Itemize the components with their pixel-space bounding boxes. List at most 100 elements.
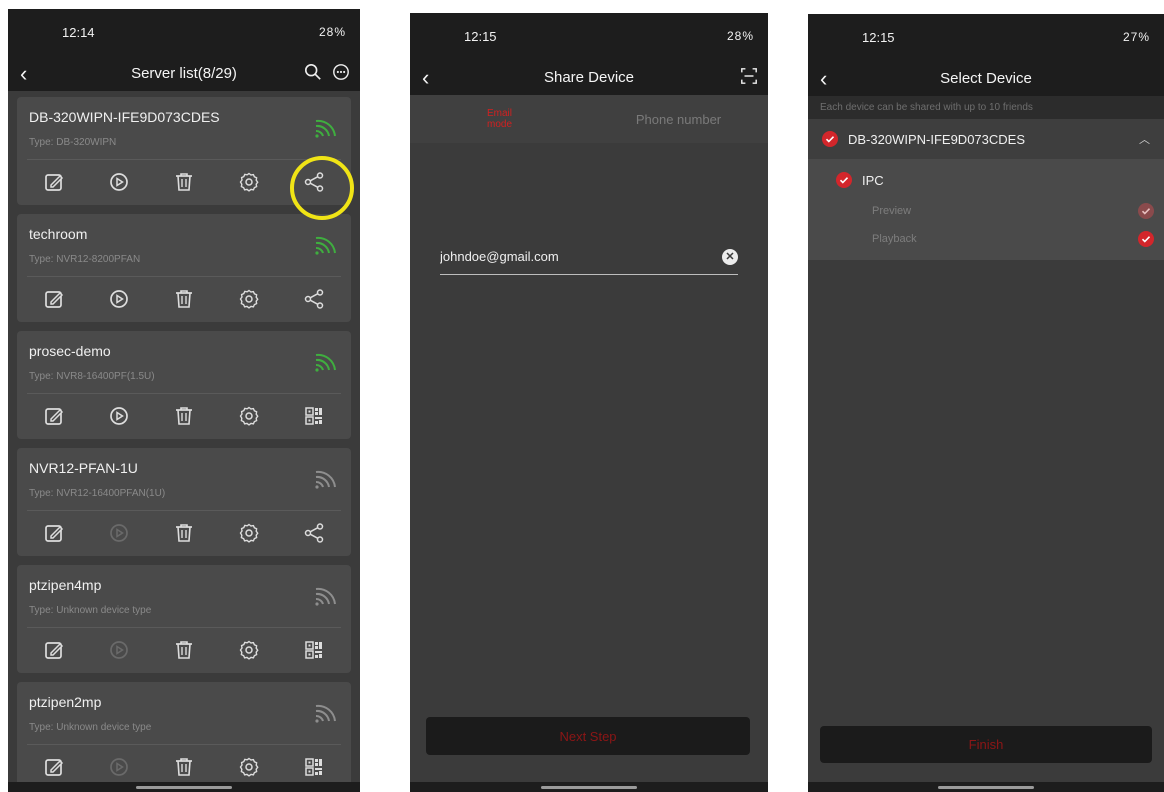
share-mode-tabs: Email mode Phone number	[410, 95, 768, 143]
back-icon[interactable]: ‹	[20, 61, 27, 87]
permission-row-playback[interactable]: Playback	[808, 225, 1164, 253]
share-device-screen: 12:15 28% ‹ Share Device Email mode Phon…	[410, 13, 768, 792]
settings-icon[interactable]	[236, 754, 262, 780]
edit-icon[interactable]	[41, 520, 67, 546]
device-actions	[17, 635, 351, 665]
checked-icon[interactable]	[836, 172, 852, 188]
playback-icon[interactable]	[106, 403, 132, 429]
page-title: Select Device	[940, 69, 1032, 87]
device-card[interactable]: ptzipen4mp Type: Unknown device type	[17, 565, 351, 673]
back-icon[interactable]: ‹	[422, 65, 429, 91]
permission-row-preview[interactable]: Preview	[808, 197, 1164, 225]
device-type: Type: NVR12-16400PFAN(1U)	[29, 488, 166, 499]
delete-icon[interactable]	[171, 403, 197, 429]
next-step-button[interactable]: Next Step	[426, 717, 750, 755]
channel-row[interactable]: IPC	[808, 163, 1164, 197]
select-device-screen: 12:15 27% ‹ Select Device Each device ca…	[808, 14, 1164, 792]
checked-icon[interactable]	[1138, 203, 1154, 219]
back-icon[interactable]: ‹	[820, 66, 827, 92]
home-indicator	[938, 786, 1034, 789]
divider	[27, 276, 341, 277]
delete-icon[interactable]	[171, 286, 197, 312]
settings-icon[interactable]	[236, 637, 262, 663]
signal-icon	[313, 117, 339, 139]
settings-icon[interactable]	[236, 520, 262, 546]
device-card[interactable]: ptzipen2mp Type: Unknown device type	[17, 682, 351, 790]
share-icon[interactable]	[301, 169, 327, 195]
delete-icon[interactable]	[171, 754, 197, 780]
finish-button[interactable]: Finish	[820, 726, 1152, 763]
device-group-header[interactable]: DB-320WIPN-IFE9D073CDES ︿	[808, 119, 1164, 159]
playback-icon	[106, 637, 132, 663]
divider	[27, 627, 341, 628]
clear-icon[interactable]: ✕	[722, 248, 738, 265]
share-icon[interactable]	[301, 520, 327, 546]
qr-code-icon[interactable]	[301, 637, 327, 663]
page-title: Share Device	[543, 68, 635, 86]
edit-icon[interactable]	[41, 286, 67, 312]
edit-icon[interactable]	[41, 637, 67, 663]
edit-icon[interactable]	[41, 754, 67, 780]
device-channels: IPC Preview Playback	[808, 159, 1164, 260]
signal-icon	[313, 234, 339, 256]
device-actions	[17, 167, 351, 197]
device-card[interactable]: techroom Type: NVR12-8200PFAN	[17, 214, 351, 322]
nav-bar: ‹ Share Device	[410, 59, 768, 95]
device-card[interactable]: DB-320WIPN-IFE9D073CDES Type: DB-320WIPN	[17, 97, 351, 205]
divider	[27, 510, 341, 511]
settings-icon[interactable]	[236, 286, 262, 312]
divider	[27, 393, 341, 394]
checked-icon[interactable]	[1138, 231, 1154, 247]
chevron-up-icon[interactable]: ︿	[1139, 131, 1150, 147]
signal-icon	[313, 468, 339, 490]
share-limit-info: Each device can be shared with up to 10 …	[808, 96, 1164, 119]
qr-code-icon[interactable]	[301, 403, 327, 429]
device-name: techroom	[29, 226, 88, 242]
device-list: DB-320WIPN-IFE9D073CDES Type: DB-320WIPN t…	[8, 91, 360, 790]
settings-icon[interactable]	[236, 169, 262, 195]
playback-icon	[106, 520, 132, 546]
qr-code-icon[interactable]	[301, 754, 327, 780]
server-list-screen: 12:14 28% ‹ Server list(8/29) DB-320WIPN…	[8, 9, 360, 792]
device-name: DB-320WIPN-IFE9D073CDES	[848, 131, 1025, 147]
status-bar: 12:15 28%	[410, 13, 768, 59]
battery-level: 28%	[726, 29, 754, 43]
permission-label: Preview	[872, 205, 912, 217]
device-name: DB-320WIPN-IFE9D073CDES	[29, 109, 220, 125]
delete-icon[interactable]	[171, 520, 197, 546]
edit-icon[interactable]	[41, 169, 67, 195]
edit-icon[interactable]	[41, 403, 67, 429]
email-input[interactable]	[440, 249, 722, 264]
battery-level: 27%	[1122, 30, 1150, 44]
search-icon[interactable]	[304, 63, 322, 81]
divider	[27, 744, 341, 745]
settings-icon[interactable]	[236, 403, 262, 429]
delete-icon[interactable]	[171, 169, 197, 195]
permission-label: Playback	[872, 233, 917, 245]
device-card[interactable]: NVR12-PFAN-1U Type: NVR12-16400PFAN(1U)	[17, 448, 351, 556]
more-options-icon[interactable]	[332, 63, 350, 81]
playback-icon[interactable]	[106, 286, 132, 312]
status-time: 12:15	[862, 29, 895, 45]
device-name: NVR12-PFAN-1U	[29, 460, 138, 476]
delete-icon[interactable]	[171, 637, 197, 663]
device-actions	[17, 284, 351, 314]
share-icon[interactable]	[301, 286, 327, 312]
status-time: 12:15	[464, 28, 497, 44]
device-card[interactable]: prosec-demo Type: NVR8-16400PF(1.5U)	[17, 331, 351, 439]
checked-icon[interactable]	[822, 131, 838, 147]
home-indicator	[136, 786, 232, 789]
tab-email[interactable]: Email mode	[410, 95, 589, 143]
scan-icon[interactable]	[740, 67, 758, 85]
device-type: Type: NVR8-16400PF(1.5U)	[29, 371, 155, 382]
nav-bar: ‹ Server list(8/29)	[8, 55, 360, 91]
signal-icon	[313, 702, 339, 724]
device-type: Type: DB-320WIPN	[29, 137, 117, 148]
tab-phone-number[interactable]: Phone number	[589, 95, 768, 143]
playback-icon[interactable]	[106, 169, 132, 195]
home-indicator	[541, 786, 637, 789]
device-type: Type: Unknown device type	[29, 722, 152, 733]
nav-bar: ‹ Select Device	[808, 60, 1164, 96]
device-actions	[17, 752, 351, 782]
device-actions	[17, 518, 351, 548]
